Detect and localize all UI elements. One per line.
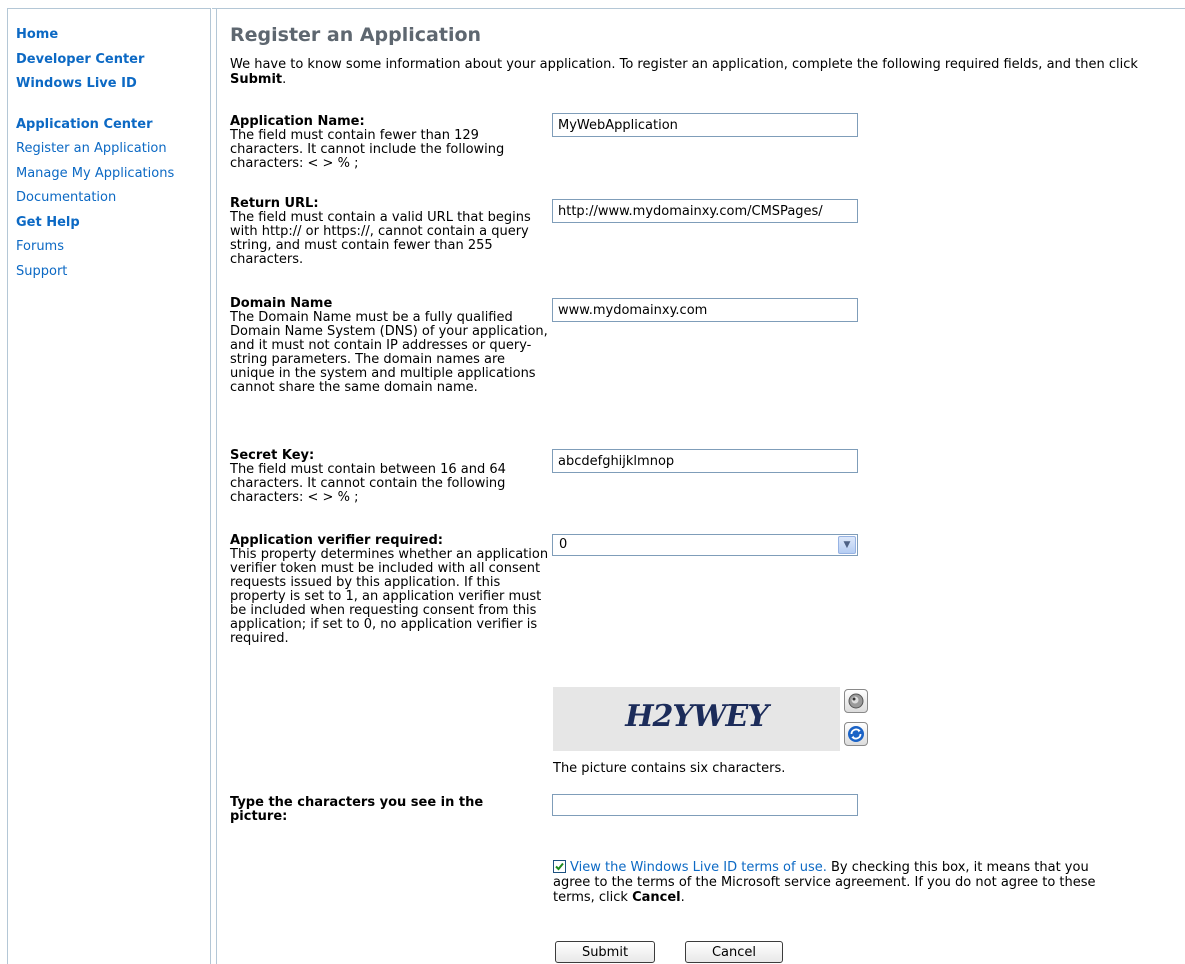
nav-home[interactable]: Home xyxy=(16,23,174,48)
sidebar-nav: Home Developer Center Windows Live ID Ap… xyxy=(16,23,174,284)
nav-support[interactable]: Support xyxy=(16,260,174,285)
secret-key-label-block: Secret Key: The field must contain betwe… xyxy=(230,449,550,505)
secret-key-label: Secret Key: xyxy=(230,448,315,463)
verifier-label-block: Application verifier required: This prop… xyxy=(230,534,550,646)
terms-end: . xyxy=(680,890,685,905)
captcha-input[interactable] xyxy=(552,794,858,816)
domain-name-help: The Domain Name must be a fully qualifie… xyxy=(230,310,548,395)
refresh-icon[interactable] xyxy=(844,722,868,746)
top-divider xyxy=(212,8,1185,9)
return-url-label-block: Return URL: The field must contain a val… xyxy=(230,197,550,267)
verifier-select[interactable]: 0 ▼ xyxy=(552,534,858,556)
terms-block: View the Windows Live ID terms of use. B… xyxy=(553,860,1113,905)
verifier-help: This property determines whether an appl… xyxy=(230,547,549,646)
return-url-input[interactable] xyxy=(552,199,858,223)
check-icon xyxy=(555,862,564,871)
captcha-characters: H2YWEY xyxy=(625,699,769,734)
captcha-note: The picture contains six characters. xyxy=(553,761,786,776)
terms-link[interactable]: View the Windows Live ID terms of use. xyxy=(570,860,827,875)
app-name-label: Application Name: xyxy=(230,114,365,129)
nav-application-center[interactable]: Application Center xyxy=(16,113,174,138)
nav-documentation[interactable]: Documentation xyxy=(16,186,174,211)
submit-button[interactable]: Submit xyxy=(555,941,655,963)
captcha-label: Type the characters you see in the pictu… xyxy=(230,795,484,824)
app-name-input[interactable] xyxy=(552,113,858,137)
domain-name-input[interactable] xyxy=(552,298,858,322)
terms-checkbox[interactable] xyxy=(553,860,566,873)
speaker-icon[interactable] xyxy=(844,689,868,713)
intro-text: We have to know some information about y… xyxy=(230,57,1170,87)
return-url-help: The field must contain a valid URL that … xyxy=(230,210,531,267)
cancel-button[interactable]: Cancel xyxy=(685,941,783,963)
secret-key-help: The field must contain between 16 and 64… xyxy=(230,462,506,505)
terms-cancel-word: Cancel xyxy=(632,890,681,905)
sidebar: Home Developer Center Windows Live ID Ap… xyxy=(7,8,211,964)
domain-name-label-block: Domain Name The Domain Name must be a fu… xyxy=(230,297,550,395)
nav-register-application[interactable]: Register an Application xyxy=(16,137,174,162)
verifier-label: Application verifier required: xyxy=(230,533,443,548)
intro-body: We have to know some information about y… xyxy=(230,57,1138,72)
chevron-down-icon[interactable]: ▼ xyxy=(838,536,856,554)
verifier-selected-value: 0 xyxy=(559,537,568,552)
page-title: Register an Application xyxy=(230,24,482,46)
secret-key-input[interactable] xyxy=(552,449,858,473)
nav-developer-center[interactable]: Developer Center xyxy=(16,48,174,73)
intro-submit-word: Submit xyxy=(230,72,283,87)
intro-end: . xyxy=(282,72,287,87)
captcha-image: H2YWEY xyxy=(553,687,840,751)
app-name-label-block: Application Name: The field must contain… xyxy=(230,115,550,171)
app-name-help: The field must contain fewer than 129 ch… xyxy=(230,128,505,171)
content-divider xyxy=(216,8,217,964)
nav-windows-live-id[interactable]: Windows Live ID xyxy=(16,72,174,97)
return-url-label: Return URL: xyxy=(230,196,319,211)
nav-forums[interactable]: Forums xyxy=(16,235,174,260)
nav-get-help[interactable]: Get Help xyxy=(16,211,174,236)
nav-manage-applications[interactable]: Manage My Applications xyxy=(16,162,174,187)
domain-name-label: Domain Name xyxy=(230,296,333,311)
